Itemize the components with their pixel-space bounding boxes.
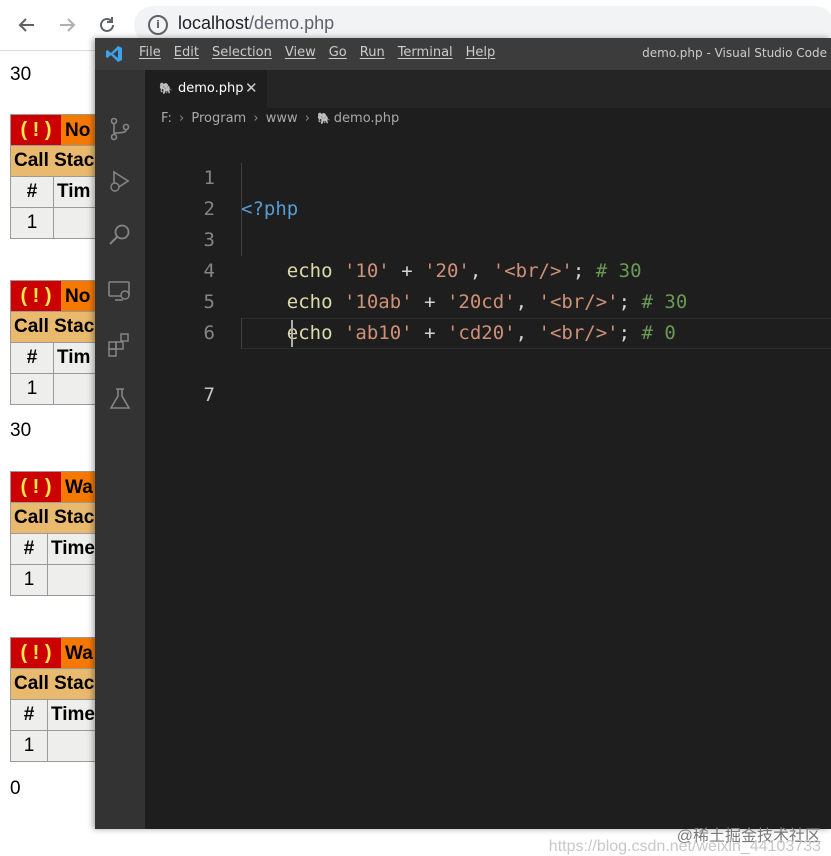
menu-help[interactable]: Help bbox=[466, 45, 496, 60]
output-text: 30 bbox=[10, 420, 32, 441]
run-debug-icon[interactable] bbox=[107, 168, 133, 194]
menu-selection[interactable]: Selection bbox=[212, 45, 272, 60]
error-title: No bbox=[65, 119, 91, 141]
menu-go[interactable]: Go bbox=[329, 45, 347, 60]
tab-label: demo.php bbox=[178, 81, 244, 96]
row-number: 1 bbox=[10, 373, 54, 405]
editor-area: 🐘 demo.php ✕ F: › Program › www › 🐘 demo.… bbox=[145, 70, 831, 829]
php-elephant-icon: 🐘 bbox=[159, 82, 173, 95]
call-stack-header: Call Stac bbox=[10, 502, 100, 534]
code-line[interactable]: 4 echo 'ab10' + 'cd20', '<br/>'; # 0 bbox=[145, 225, 831, 344]
row-number: 1 bbox=[10, 564, 48, 596]
line-number: 7 bbox=[203, 384, 215, 406]
code-editor[interactable]: 1 <?php 2 echo '10' + '20', '<br/>'; # 3… bbox=[145, 132, 831, 406]
call-stack-header: Call Stac bbox=[10, 668, 100, 700]
row-number: 1 bbox=[10, 207, 54, 239]
breadcrumb-item[interactable]: Program bbox=[191, 111, 246, 126]
php-elephant-icon: 🐘 bbox=[317, 112, 331, 125]
call-stack-header: Call Stac bbox=[10, 311, 100, 343]
text-cursor bbox=[291, 320, 293, 347]
menu-view[interactable]: View bbox=[285, 45, 316, 60]
tab-bar: 🐘 demo.php ✕ bbox=[145, 70, 831, 108]
code-line[interactable]: 1 <?php bbox=[145, 132, 831, 220]
error-title: No bbox=[65, 285, 91, 307]
error-title: Wa bbox=[65, 642, 93, 664]
breadcrumb-item[interactable]: demo.php bbox=[334, 111, 400, 126]
url-path: /demo.php bbox=[249, 13, 335, 33]
col-time: Tim bbox=[53, 176, 100, 208]
error-bang-icon: ( ! ) bbox=[11, 281, 61, 311]
col-time: Time bbox=[47, 699, 100, 731]
vscode-window: File Edit Selection View Go Run Terminal… bbox=[95, 38, 831, 855]
url-text[interactable]: localhost/demo.php bbox=[178, 13, 334, 34]
extensions-icon[interactable] bbox=[107, 332, 133, 358]
menu-edit[interactable]: Edit bbox=[174, 45, 199, 60]
url-host: localhost bbox=[178, 13, 250, 33]
error-bang-icon: ( ! ) bbox=[11, 115, 61, 145]
window-title: demo.php - Visual Studio Code bbox=[642, 46, 827, 60]
code-line-current[interactable]: 7 bbox=[145, 318, 831, 406]
col-number: # bbox=[10, 533, 48, 565]
close-icon[interactable]: ✕ bbox=[245, 79, 258, 97]
code-line[interactable]: 5 bbox=[145, 256, 831, 313]
output-text: 30 bbox=[10, 64, 32, 85]
breadcrumb-item[interactable]: www bbox=[266, 111, 298, 126]
col-number: # bbox=[10, 699, 48, 731]
row-number: 1 bbox=[10, 730, 48, 762]
col-time: Tim bbox=[53, 342, 100, 374]
col-time: Time bbox=[47, 533, 100, 565]
reload-icon bbox=[100, 17, 114, 32]
code-line[interactable]: 3 echo '10ab' + '20cd', '<br/>'; # 30 bbox=[145, 194, 831, 313]
xdebug-error-table: ( ! ) Wa Call Stac # Time 1 bbox=[10, 637, 100, 762]
error-title: Wa bbox=[65, 476, 93, 498]
error-bang-icon: ( ! ) bbox=[11, 638, 61, 668]
menu-run[interactable]: Run bbox=[360, 45, 385, 60]
chevron-right-icon: › bbox=[253, 111, 259, 126]
search-icon[interactable] bbox=[107, 222, 133, 248]
breadcrumb: F: › Program › www › 🐘 demo.php bbox=[161, 111, 399, 126]
xdebug-error-table: ( ! ) Wa Call Stac # Time 1 bbox=[10, 471, 100, 596]
tab-demo-php[interactable]: 🐘 demo.php ✕ bbox=[145, 70, 267, 108]
output-text: 0 bbox=[10, 778, 21, 799]
breadcrumb-item[interactable]: F: bbox=[161, 111, 172, 126]
xdebug-error-table: ( ! ) No Call Stac # Tim 1 bbox=[10, 280, 100, 405]
menu-terminal[interactable]: Terminal bbox=[398, 45, 453, 60]
reload-button[interactable] bbox=[92, 10, 122, 40]
watermark-url: https://blog.csdn.net/weixin_44103733 bbox=[548, 838, 821, 855]
chevron-right-icon: › bbox=[179, 111, 185, 126]
menu-bar: File Edit Selection View Go Run Terminal… bbox=[139, 45, 508, 60]
activity-bar bbox=[95, 70, 145, 829]
call-stack-header: Call Stac bbox=[10, 145, 100, 177]
menu-file[interactable]: File bbox=[139, 45, 161, 60]
back-button[interactable] bbox=[12, 10, 42, 40]
remote-explorer-icon[interactable] bbox=[107, 278, 133, 304]
forward-button[interactable] bbox=[52, 10, 82, 40]
source-control-icon[interactable] bbox=[107, 116, 133, 142]
page-content: 30 ( ! ) No Call Stac # Tim 1 ( ! ) No Call… bbox=[0, 50, 100, 829]
info-icon[interactable]: i bbox=[148, 15, 168, 35]
col-number: # bbox=[10, 176, 54, 208]
error-bang-icon: ( ! ) bbox=[11, 472, 61, 502]
arrow-left-icon bbox=[18, 18, 34, 32]
chevron-right-icon: › bbox=[304, 111, 310, 126]
xdebug-error-table: ( ! ) No Call Stac # Tim 1 bbox=[10, 114, 100, 239]
code-line[interactable]: 2 echo '10' + '20', '<br/>'; # 30 bbox=[145, 163, 831, 282]
title-bar: File Edit Selection View Go Run Terminal… bbox=[95, 38, 831, 70]
arrow-right-icon bbox=[60, 18, 76, 32]
code-line[interactable]: 6 bbox=[145, 287, 831, 344]
vscode-logo-icon bbox=[106, 46, 122, 62]
testing-icon[interactable] bbox=[107, 386, 133, 412]
col-number: # bbox=[10, 342, 54, 374]
